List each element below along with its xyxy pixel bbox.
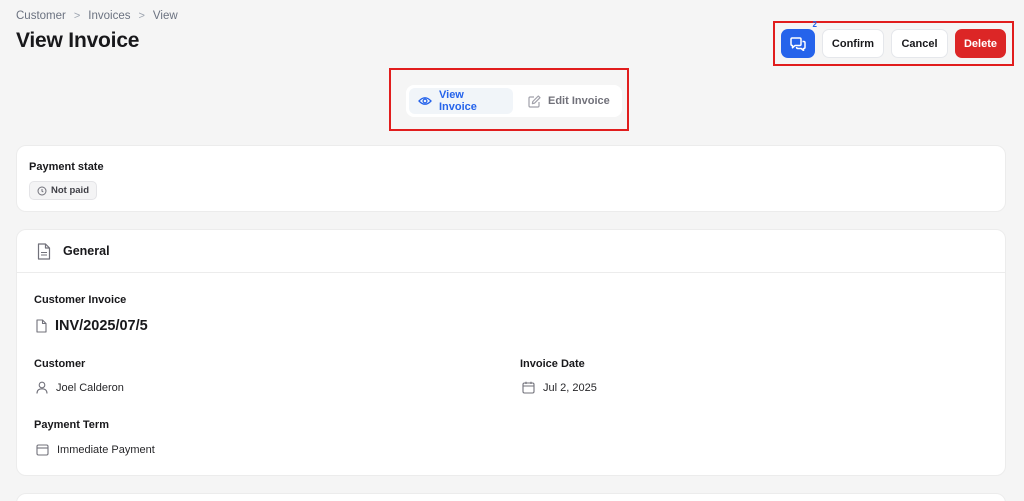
payment-term: Immediate Payment xyxy=(57,443,155,456)
customer-name: Joel Calderon xyxy=(56,381,124,394)
chat-bubbles-icon xyxy=(790,36,806,51)
breadcrumb-customer[interactable]: Customer xyxy=(16,10,66,22)
tab-edit-invoice[interactable]: Edit Invoice xyxy=(519,88,619,114)
confirm-button[interactable]: Confirm xyxy=(822,29,884,58)
payment-state-label: Payment state xyxy=(29,161,104,173)
breadcrumb-invoices[interactable]: Invoices xyxy=(88,10,130,22)
pencil-square-icon xyxy=(528,94,541,108)
status-badge: Not paid xyxy=(29,181,97,200)
breadcrumb-separator: > xyxy=(73,10,81,22)
delete-button[interactable]: Delete xyxy=(955,29,1006,58)
view-mode-tabs-frame: View Invoice Edit Invoice xyxy=(389,68,629,131)
invoice-date: Jul 2, 2025 xyxy=(543,381,597,394)
invoice-date-label: Invoice Date xyxy=(520,358,585,370)
chat-button[interactable]: 2 xyxy=(781,20,817,58)
section-title: General xyxy=(63,244,110,258)
header-actions: 2 Confirm Cancel Delete xyxy=(773,20,1014,66)
customer-value: Joel Calderon xyxy=(36,381,124,394)
general-card: General Customer Invoice INV/2025/07/5 C… xyxy=(16,229,1006,476)
breadcrumb-view: View xyxy=(152,10,178,22)
circle-clock-icon xyxy=(37,186,47,196)
customer-label: Customer xyxy=(34,358,86,370)
page-title: View Invoice xyxy=(16,29,140,52)
payment-term-value: Immediate Payment xyxy=(36,443,155,456)
breadcrumb: Customer > Invoices > View xyxy=(16,10,178,22)
next-section-card xyxy=(16,493,1006,501)
chat-count-badge: 2 xyxy=(812,20,817,29)
payment-state-card: Payment state Not paid xyxy=(16,145,1006,212)
payment-term-label: Payment Term xyxy=(34,419,109,431)
breadcrumb-separator: > xyxy=(138,10,145,22)
customer-invoice-value: INV/2025/07/5 xyxy=(36,318,148,334)
tab-view-invoice[interactable]: View Invoice xyxy=(409,88,513,114)
tab-edit-invoice-label: Edit Invoice xyxy=(548,95,610,107)
eye-icon xyxy=(418,96,432,106)
customer-invoice-label: Customer Invoice xyxy=(34,294,127,306)
view-invoice-page: Customer > Invoices > View View Invoice … xyxy=(0,0,1024,501)
document-icon xyxy=(37,242,51,260)
user-icon xyxy=(36,381,48,394)
calendar-icon xyxy=(522,381,535,394)
tab-view-invoice-label: View Invoice xyxy=(439,89,477,113)
cancel-button[interactable]: Cancel xyxy=(891,29,948,58)
file-icon xyxy=(36,319,47,333)
invoice-date-value: Jul 2, 2025 xyxy=(522,381,597,394)
general-section-header: General xyxy=(17,230,1005,273)
status-text: Not paid xyxy=(51,185,89,196)
view-mode-tabs: View Invoice Edit Invoice xyxy=(406,85,622,117)
calendar-icon xyxy=(36,443,49,456)
invoice-number: INV/2025/07/5 xyxy=(55,318,148,334)
